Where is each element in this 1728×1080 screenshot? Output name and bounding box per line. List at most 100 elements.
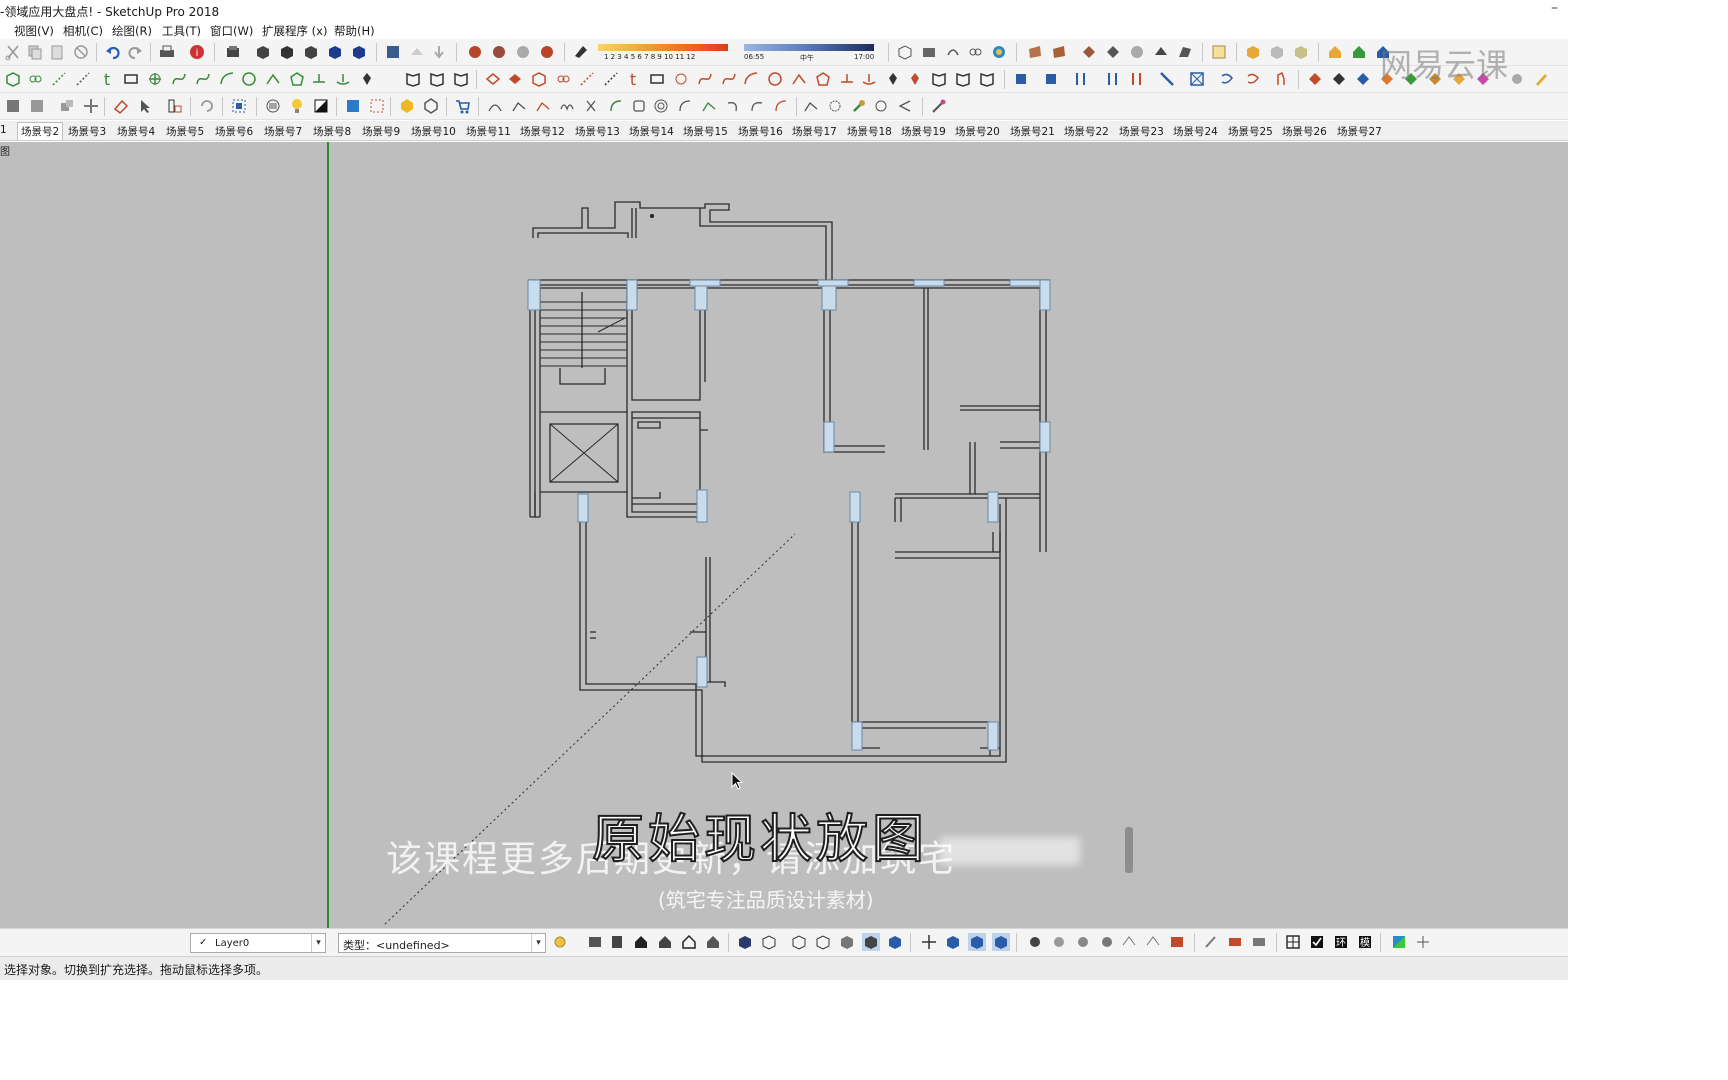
scene-tab[interactable]: 场景号19 — [901, 124, 946, 139]
scene-tab[interactable]: 场景号11 — [466, 124, 511, 139]
light-bulb-icon[interactable] — [288, 97, 306, 115]
polygon-icon[interactable] — [814, 70, 832, 88]
curve-tool-icon[interactable] — [486, 97, 504, 115]
geo-icon[interactable] — [1128, 43, 1146, 61]
circle-tool-icon[interactable] — [872, 97, 890, 115]
blue-tool-icon[interactable] — [1072, 70, 1090, 88]
geo-icon[interactable] — [1152, 43, 1170, 61]
sparkle-icon[interactable] — [1414, 933, 1432, 951]
gear-icon[interactable] — [1508, 70, 1526, 88]
hexagon-icon[interactable] — [422, 97, 440, 115]
chevron-down-icon[interactable]: ▾ — [311, 934, 325, 952]
scene-tab[interactable]: 场景号22 — [1064, 124, 1109, 139]
scene-tab[interactable]: 场景号16 — [738, 124, 783, 139]
extension-warehouse-icon[interactable] — [466, 43, 484, 61]
arrows-icon[interactable] — [1128, 70, 1146, 88]
scene-tab[interactable]: 场景号4 — [117, 124, 155, 139]
sandbox-icon[interactable] — [920, 43, 938, 61]
curve-icon[interactable] — [194, 70, 212, 88]
spiral-icon[interactable] — [652, 97, 670, 115]
menu-view[interactable]: 视图(V) — [14, 23, 54, 39]
menu-camera[interactable]: 相机(C) — [63, 23, 103, 39]
house-icon[interactable] — [680, 933, 698, 951]
house-icon[interactable] — [704, 933, 722, 951]
menu-draw[interactable]: 绘图(R) — [112, 23, 152, 39]
camera-icon[interactable] — [1168, 933, 1186, 951]
section-icon[interactable] — [944, 933, 962, 951]
curve-tool-icon[interactable] — [724, 97, 742, 115]
geo-icon[interactable] — [1080, 43, 1098, 61]
scene-tab[interactable]: 场景号15 — [683, 124, 728, 139]
arc-tool-icon[interactable] — [676, 97, 694, 115]
curve-tool-icon[interactable] — [748, 97, 766, 115]
curve-icon[interactable] — [170, 70, 188, 88]
style-icon[interactable] — [838, 933, 856, 951]
pencil-icon[interactable] — [1532, 70, 1550, 88]
curve-icon[interactable] — [696, 70, 714, 88]
book-icon[interactable] — [608, 933, 626, 951]
section-icon-active[interactable] — [968, 933, 986, 951]
scene-tab[interactable]: 场景号10 — [411, 124, 456, 139]
curve-tool-icon[interactable] — [558, 97, 576, 115]
diamond-3d-icon[interactable] — [1354, 70, 1372, 88]
rectangle-icon[interactable] — [648, 70, 666, 88]
paste-icon[interactable] — [48, 43, 66, 61]
components-icon[interactable] — [58, 97, 76, 115]
scene-tab[interactable]: 场景号6 — [215, 124, 253, 139]
curve-icon[interactable] — [1244, 70, 1262, 88]
material-icon[interactable] — [1026, 43, 1044, 61]
blue-tool-icon[interactable] — [1012, 70, 1030, 88]
menu-extensions[interactable]: 扩展程序 (x) — [262, 23, 327, 39]
book-icon[interactable] — [930, 70, 948, 88]
line-icon[interactable] — [310, 70, 328, 88]
style-icon[interactable] — [790, 933, 808, 951]
circle-icon[interactable] — [240, 70, 258, 88]
layout-icon[interactable] — [1210, 43, 1228, 61]
scene-tab[interactable]: 场景号21 — [1010, 124, 1055, 139]
menu-tools[interactable]: 工具(T) — [162, 23, 201, 39]
model-viewport[interactable]: 图 该课程更多后期更新，请添加筑宅 原始现状放图 (筑宅专注品质设计素材) — [0, 142, 1568, 928]
style-icon[interactable] — [814, 933, 832, 951]
select-box-icon[interactable] — [230, 97, 248, 115]
box-icon[interactable] — [1292, 43, 1310, 61]
push-icon[interactable] — [860, 70, 878, 88]
square-tool-icon[interactable] — [630, 97, 648, 115]
plugin-icon[interactable] — [538, 43, 556, 61]
layer-select[interactable]: ✓ Layer0 ▾ — [190, 933, 326, 953]
square-icon[interactable] — [28, 97, 46, 115]
model-info-icon[interactable]: i — [188, 43, 206, 61]
arc-icon[interactable] — [742, 70, 760, 88]
move-icon[interactable] — [358, 70, 376, 88]
print-icon[interactable] — [158, 43, 176, 61]
select-icon[interactable] — [136, 97, 154, 115]
section-plane-icon[interactable] — [896, 43, 914, 61]
scene-tab[interactable]: 场景号20 — [955, 124, 1000, 139]
view-back-icon[interactable] — [350, 43, 368, 61]
warehouse-icon[interactable] — [384, 43, 402, 61]
plugin-icon[interactable] — [514, 43, 532, 61]
plugin-icon[interactable] — [490, 43, 508, 61]
text-icon[interactable]: t — [98, 70, 116, 88]
chevron-down-icon[interactable]: ▾ — [531, 934, 545, 952]
section-icon-active[interactable] — [992, 933, 1010, 951]
circle-tool-icon[interactable] — [826, 97, 844, 115]
classifier-icon[interactable] — [552, 933, 570, 951]
undo-icon[interactable] — [104, 43, 122, 61]
book-icon[interactable] — [586, 933, 604, 951]
minimize-button[interactable]: – — [1551, 0, 1558, 16]
dots-icon[interactable] — [578, 70, 596, 88]
geo-icon[interactable] — [1104, 43, 1122, 61]
link-icon[interactable] — [26, 70, 44, 88]
blue-tool-icon[interactable] — [1042, 70, 1060, 88]
box-icon[interactable] — [1244, 43, 1262, 61]
eraser-icon[interactable] — [112, 97, 130, 115]
scene-tab[interactable]: 场景号8 — [313, 124, 351, 139]
blue-square-icon[interactable] — [344, 97, 362, 115]
text-icon[interactable]: t — [624, 70, 642, 88]
curve-tool-icon[interactable] — [582, 97, 600, 115]
dots-icon[interactable] — [602, 70, 620, 88]
scene-tab[interactable]: 场景号24 — [1173, 124, 1218, 139]
component-icon[interactable] — [4, 70, 22, 88]
book-icon[interactable] — [452, 70, 470, 88]
hexagon-icon[interactable] — [398, 97, 416, 115]
